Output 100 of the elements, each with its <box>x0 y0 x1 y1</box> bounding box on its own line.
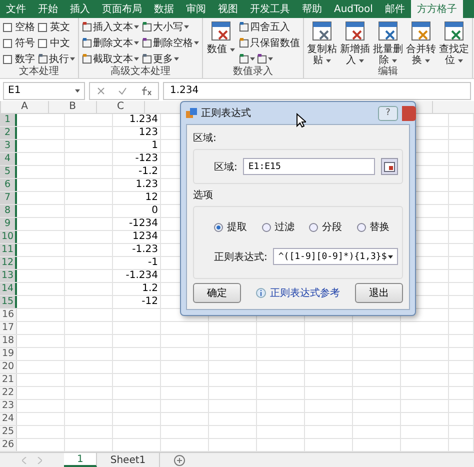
column-header[interactable]: C <box>97 101 145 113</box>
sheet-tab[interactable]: 1 <box>64 453 98 467</box>
check-icon[interactable] <box>118 86 126 94</box>
ribbon-button[interactable]: 四舍五入 <box>239 19 290 35</box>
group-label: 编辑 <box>377 66 399 78</box>
formula-field[interactable]: 1.234 <box>163 82 471 100</box>
row-header[interactable]: 2 <box>0 127 17 139</box>
row-header[interactable]: 1 <box>0 114 17 126</box>
tool-icon <box>82 54 92 64</box>
row-header[interactable]: 11 <box>0 244 17 256</box>
row-header[interactable]: 24 <box>0 413 17 425</box>
group-title: 区域: <box>193 132 218 145</box>
ribbon-tab[interactable]: 邮件 <box>378 0 411 18</box>
radio-option[interactable]: 过滤 <box>262 220 303 234</box>
row-header[interactable]: 22 <box>0 387 17 399</box>
row-header[interactable]: 10 <box>0 231 17 243</box>
sheet-tab[interactable]: Sheet1 <box>97 453 160 467</box>
row-header[interactable]: 15 <box>0 296 17 308</box>
table-cell: 1 <box>113 140 161 152</box>
ribbon-button[interactable]: 合并转换 <box>406 19 436 66</box>
table-cell: -1 <box>113 257 161 269</box>
range-picker-button[interactable] <box>381 158 398 175</box>
ribbon-tab[interactable]: 插入 <box>64 0 96 18</box>
ribbon-button[interactable]: 查找定位 <box>439 19 469 66</box>
ribbon-tab[interactable]: 审阅 <box>180 0 212 18</box>
table-cell: 1234 <box>113 231 161 243</box>
ribbon-tab[interactable]: AudTool <box>328 0 379 18</box>
reference-link[interactable]: 正则表达式参考 <box>270 286 340 300</box>
ribbon-tab[interactable]: 文件 <box>0 0 32 18</box>
row-header[interactable]: 7 <box>0 192 17 204</box>
ribbon-tab[interactable]: 开始 <box>32 0 64 18</box>
row-header[interactable]: 20 <box>0 361 17 373</box>
table-cell: 1.23 <box>113 179 161 191</box>
radio-option[interactable]: 提取 <box>214 220 256 234</box>
ribbon-tab[interactable]: 数据 <box>148 0 180 18</box>
row-header[interactable]: 23 <box>0 400 17 412</box>
function-icon[interactable] <box>140 86 152 96</box>
ribbon-button[interactable]: 截取文本 <box>82 51 139 67</box>
row-header[interactable]: 21 <box>0 374 17 386</box>
ribbon-button[interactable]: 删除空格 <box>142 35 199 51</box>
row-header[interactable]: 13 <box>0 270 17 282</box>
row-header[interactable]: 8 <box>0 205 17 217</box>
caret-icon <box>75 88 80 92</box>
ribbon-button[interactable]: 删除文本 <box>82 35 139 51</box>
row-header[interactable]: 18 <box>0 335 17 347</box>
ribbon-button[interactable]: 插入文本 <box>82 19 139 35</box>
checkbox[interactable]: 数字 <box>3 51 35 67</box>
row-header[interactable]: 12 <box>0 257 17 269</box>
ribbon-button[interactable]: 复制粘贴 <box>307 19 337 66</box>
row-header[interactable]: 14 <box>0 283 17 295</box>
table-cell: 1.234 <box>113 114 161 126</box>
checkbox[interactable]: 英文 <box>38 19 70 35</box>
ribbon-button[interactable]: 数值 <box>206 19 236 66</box>
tool-icon <box>142 38 152 48</box>
row-header[interactable]: 17 <box>0 322 17 334</box>
tool-icon <box>257 54 267 64</box>
ribbon-tab[interactable]: 帮助 <box>296 0 328 18</box>
ribbon-button[interactable]: 更多 <box>142 51 179 67</box>
ribbon-button[interactable]: 执行 <box>38 51 75 67</box>
ribbon-tab[interactable]: 方方格子 <box>410 0 463 18</box>
row-header[interactable]: 4 <box>0 153 17 165</box>
row-header[interactable]: 5 <box>0 166 17 178</box>
mouse-cursor-icon <box>296 113 306 128</box>
ok-button[interactable]: 确定 <box>193 283 241 303</box>
column-header[interactable]: B <box>49 101 97 113</box>
row-header[interactable]: 19 <box>0 348 17 360</box>
group-label: 数值录入 <box>232 66 274 78</box>
table-cell: 123 <box>113 127 161 139</box>
add-sheet-icon[interactable] <box>174 454 185 466</box>
regex-dropdown[interactable]: ^([1-9][0-9]*){1,3}$ <box>273 248 398 265</box>
table-cell: 1.2 <box>113 283 161 295</box>
ribbon-tab[interactable]: 视图 <box>212 0 244 18</box>
tool-icon <box>239 22 249 32</box>
range-field[interactable]: E1:E15 <box>243 158 375 175</box>
row-header[interactable]: 6 <box>0 179 17 191</box>
checkbox[interactable]: 空格 <box>3 19 35 35</box>
ribbon-button[interactable]: 新增插入 <box>340 19 370 66</box>
name-box[interactable]: E1 <box>3 82 85 100</box>
exit-button[interactable]: 退出 <box>355 283 403 303</box>
tool-icon <box>82 38 92 48</box>
info-icon <box>256 288 266 298</box>
row-header[interactable]: 26 <box>0 439 17 451</box>
ribbon-button[interactable]: 大小写 <box>142 19 189 35</box>
row-header[interactable]: 3 <box>0 140 17 152</box>
ribbon-button[interactable]: 批量删除 <box>373 19 403 66</box>
row-header[interactable]: 9 <box>0 218 17 230</box>
cancel-icon[interactable] <box>96 86 104 94</box>
row-header[interactable]: 25 <box>0 426 17 438</box>
ribbon-tab[interactable]: 页面布局 <box>96 0 148 18</box>
radio-option[interactable]: 替换 <box>356 220 398 234</box>
radio-option[interactable]: 分段 <box>309 220 350 234</box>
ribbon-tab[interactable]: 开发工具 <box>244 0 296 18</box>
ribbon-button[interactable]: 只保留数值 <box>239 35 300 51</box>
row-header[interactable]: 16 <box>0 309 17 321</box>
column-header[interactable]: A <box>1 101 49 113</box>
checkbox[interactable]: 符号 <box>3 35 35 51</box>
help-button[interactable]: ? <box>378 106 398 120</box>
close-button[interactable] <box>402 106 416 120</box>
table-cell: -1.234 <box>113 270 161 282</box>
checkbox[interactable]: 中文 <box>38 35 70 51</box>
